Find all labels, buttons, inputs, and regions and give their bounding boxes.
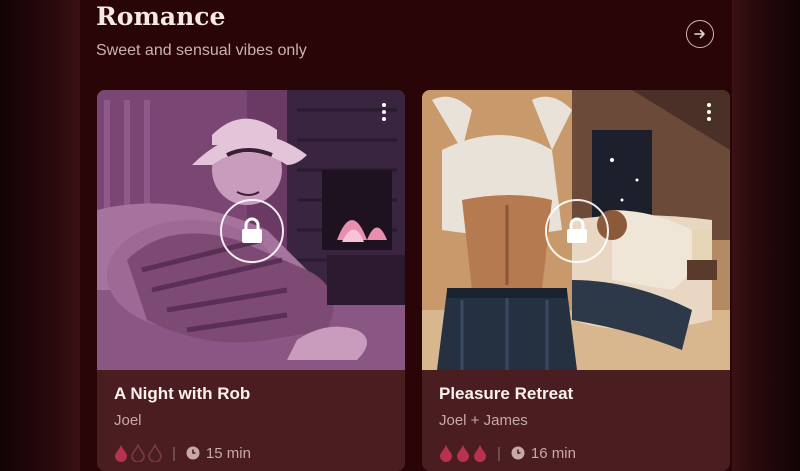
story-cover-image bbox=[97, 90, 405, 370]
story-duration: 16 min bbox=[530, 444, 576, 462]
section-subtitle: Sweet and sensual vibes only bbox=[96, 42, 307, 59]
heat-rating bbox=[114, 444, 162, 462]
story-cover-image bbox=[422, 90, 730, 370]
meta-divider: | bbox=[172, 444, 176, 462]
flame-drop-icon bbox=[131, 444, 145, 462]
lock-icon bbox=[242, 217, 262, 243]
story-card[interactable]: A Night with Rob Joel | 15 min bbox=[97, 90, 405, 471]
arrow-right-icon bbox=[694, 29, 705, 39]
locked-badge bbox=[545, 199, 609, 263]
flame-drop-icon bbox=[115, 445, 127, 462]
see-all-button[interactable] bbox=[686, 20, 714, 48]
lock-icon bbox=[567, 217, 587, 243]
flame-drop-icon bbox=[474, 445, 486, 462]
flame-drop-icon bbox=[440, 445, 452, 462]
kebab-dot bbox=[707, 110, 711, 114]
story-card[interactable]: Pleasure Retreat Joel + James | 16 min bbox=[422, 90, 730, 471]
kebab-dot bbox=[382, 110, 386, 114]
story-meta: | 15 min bbox=[114, 444, 251, 462]
kebab-dot bbox=[382, 117, 386, 121]
more-options-button[interactable] bbox=[381, 103, 387, 121]
meta-divider: | bbox=[497, 444, 501, 462]
flame-drop-icon bbox=[457, 445, 469, 462]
story-author: Joel bbox=[114, 412, 142, 429]
kebab-dot bbox=[707, 117, 711, 121]
romance-section: Romance Sweet and sensual vibes only A N… bbox=[80, 0, 732, 471]
section-title: Romance bbox=[96, 2, 226, 31]
locked-badge bbox=[220, 199, 284, 263]
flame-drop-icon bbox=[148, 444, 162, 462]
background-right bbox=[732, 0, 800, 471]
kebab-dot bbox=[382, 103, 386, 107]
clock-icon bbox=[186, 446, 200, 460]
background-left bbox=[0, 0, 80, 471]
more-options-button[interactable] bbox=[706, 103, 712, 121]
story-duration: 15 min bbox=[205, 444, 251, 462]
clock-icon bbox=[511, 446, 525, 460]
kebab-dot bbox=[707, 103, 711, 107]
story-meta: | 16 min bbox=[439, 444, 576, 462]
heat-rating bbox=[439, 444, 487, 462]
story-title: A Night with Rob bbox=[114, 384, 251, 403]
story-author: Joel + James bbox=[439, 412, 528, 429]
story-title: Pleasure Retreat bbox=[439, 384, 574, 403]
